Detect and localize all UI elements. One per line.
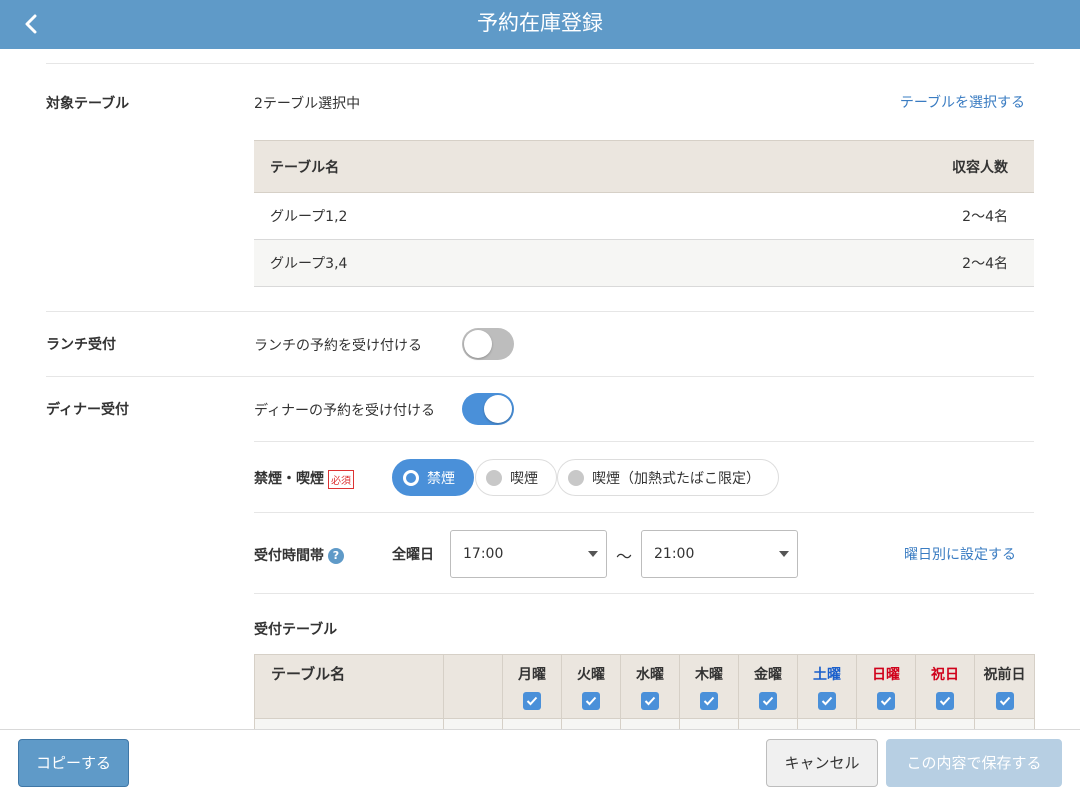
day-label: 祝前日 bbox=[983, 667, 1026, 683]
divider bbox=[254, 441, 1034, 442]
day-checkbox-sun[interactable] bbox=[877, 692, 895, 710]
day-label: 木曜 bbox=[695, 667, 723, 683]
divider bbox=[46, 376, 1034, 377]
day-checkbox-thu[interactable] bbox=[700, 692, 718, 710]
lunch-label: ランチ受付 bbox=[46, 337, 116, 353]
save-button[interactable]: この内容で保存する bbox=[886, 739, 1062, 787]
dinner-label: ディナー受付 bbox=[46, 402, 130, 418]
smoking-option-nonsmoking[interactable]: 禁煙 bbox=[392, 459, 474, 496]
help-icon[interactable]: ? bbox=[328, 548, 344, 564]
day-checkbox-pre-holiday[interactable] bbox=[995, 692, 1014, 710]
column-header-capacity: 収容人数 bbox=[669, 140, 1034, 193]
day-checkbox-fri[interactable] bbox=[759, 692, 777, 710]
reception-time-label: 受付時間帯? bbox=[254, 545, 344, 565]
day-label: 祝日 bbox=[931, 667, 959, 683]
check-icon bbox=[821, 696, 833, 706]
day-header-thu: 木曜 bbox=[679, 654, 739, 719]
day-checkbox-sat[interactable] bbox=[818, 692, 836, 710]
check-icon bbox=[703, 696, 715, 706]
check-icon bbox=[644, 696, 656, 706]
caret-down-icon bbox=[588, 551, 598, 557]
dinner-toggle[interactable] bbox=[462, 393, 514, 425]
start-time-value: 17:00 bbox=[463, 546, 504, 562]
day-label: 金曜 bbox=[754, 667, 782, 683]
day-header-pre-holiday: 祝前日 bbox=[974, 654, 1035, 719]
check-icon bbox=[880, 696, 892, 706]
all-days-label: 全曜日 bbox=[392, 547, 434, 563]
app-header: 予約在庫登録 bbox=[0, 0, 1080, 49]
option-label: 喫煙 bbox=[510, 470, 538, 487]
required-badge: 必須 bbox=[328, 469, 354, 489]
toggle-knob bbox=[464, 330, 492, 358]
table-name-cell: グループ3,4 bbox=[254, 239, 670, 287]
smoking-label-text: 禁煙・喫煙 bbox=[254, 471, 324, 487]
smoking-option-heated-tobacco[interactable]: 喫煙（加熱式たばこ限定） bbox=[557, 459, 779, 496]
day-checkbox-tue[interactable] bbox=[582, 692, 600, 710]
caret-down-icon bbox=[779, 551, 789, 557]
dinner-toggle-label: ディナーの予約を受け付ける bbox=[254, 403, 436, 419]
select-table-link[interactable]: テーブルを選択する bbox=[900, 92, 1025, 112]
reception-time-label-text: 受付時間帯 bbox=[254, 548, 324, 564]
day-checkbox-wed[interactable] bbox=[641, 692, 659, 710]
target-table-label: 対象テーブル bbox=[46, 96, 130, 112]
start-time-select[interactable]: 17:00 bbox=[450, 530, 607, 578]
toggle-knob bbox=[484, 395, 512, 423]
day-header-mon: 月曜 bbox=[502, 654, 562, 719]
check-icon bbox=[585, 696, 597, 706]
radio-icon bbox=[486, 469, 502, 486]
lunch-toggle-label: ランチの予約を受け付ける bbox=[254, 338, 422, 354]
form-content: 対象テーブル 2テーブル選択中 テーブルを選択する テーブル名 収容人数 グルー… bbox=[0, 49, 1080, 729]
page-title: 予約在庫登録 bbox=[477, 11, 603, 35]
capacity-cell: 2〜4名 bbox=[669, 192, 1034, 240]
divider bbox=[254, 593, 1034, 594]
day-label: 土曜 bbox=[813, 667, 841, 683]
time-separator: 〜 bbox=[616, 547, 633, 566]
option-label: 喫煙（加熱式たばこ限定） bbox=[592, 470, 760, 487]
option-label: 禁煙 bbox=[427, 470, 455, 487]
day-label: 火曜 bbox=[577, 667, 605, 683]
copy-button[interactable]: コピーする bbox=[18, 739, 129, 787]
divider bbox=[254, 512, 1034, 513]
selected-table-count: 2テーブル選択中 bbox=[254, 96, 361, 112]
day-checkbox-mon[interactable] bbox=[523, 692, 541, 710]
smoking-option-smoking[interactable]: 喫煙 bbox=[475, 459, 557, 496]
target-table-list: テーブル名 収容人数 グループ1,2 2〜4名 グループ3,4 2〜4名 bbox=[254, 140, 1034, 287]
check-icon bbox=[999, 696, 1010, 706]
radio-icon bbox=[403, 469, 419, 486]
day-label: 月曜 bbox=[518, 667, 546, 683]
day-label: 日曜 bbox=[872, 667, 900, 683]
column-header-table-name: テーブル名 bbox=[254, 654, 444, 719]
end-time-value: 21:00 bbox=[654, 546, 695, 562]
per-day-setting-link[interactable]: 曜日別に設定する bbox=[904, 544, 1016, 564]
day-header-wed: 水曜 bbox=[620, 654, 680, 719]
table-name-cell: グループ1,2 bbox=[254, 192, 670, 240]
lunch-toggle[interactable] bbox=[462, 328, 514, 360]
divider bbox=[46, 311, 1034, 312]
day-header-tue: 火曜 bbox=[561, 654, 621, 719]
day-header-sat: 土曜 bbox=[797, 654, 857, 719]
day-header-fri: 金曜 bbox=[738, 654, 798, 719]
day-header-holiday: 祝日 bbox=[915, 654, 975, 719]
table-row bbox=[254, 718, 1035, 729]
capacity-cell: 2〜4名 bbox=[669, 239, 1034, 287]
table-row: グループ1,2 2〜4名 bbox=[254, 192, 1034, 240]
day-checkbox-holiday[interactable] bbox=[936, 692, 954, 710]
cancel-button[interactable]: キャンセル bbox=[766, 739, 878, 787]
day-label: 水曜 bbox=[636, 667, 664, 683]
divider bbox=[46, 63, 1034, 64]
column-header-blank bbox=[443, 654, 503, 719]
reception-table-label: 受付テーブル bbox=[254, 622, 338, 638]
check-icon bbox=[762, 696, 774, 706]
smoking-label: 禁煙・喫煙 必須 bbox=[254, 468, 354, 489]
column-header-table-name: テーブル名 bbox=[254, 140, 670, 193]
radio-icon bbox=[568, 469, 584, 486]
check-icon bbox=[939, 696, 951, 706]
footer-bar: コピーする キャンセル この内容で保存する bbox=[0, 729, 1080, 790]
day-header-sun: 日曜 bbox=[856, 654, 916, 719]
reception-day-table: テーブル名 月曜 火曜 水曜 木曜 金曜 土曜 日曜 祝日 祝前日 bbox=[254, 654, 1035, 729]
check-icon bbox=[526, 696, 538, 706]
table-row: グループ3,4 2〜4名 bbox=[254, 239, 1034, 287]
end-time-select[interactable]: 21:00 bbox=[641, 530, 798, 578]
